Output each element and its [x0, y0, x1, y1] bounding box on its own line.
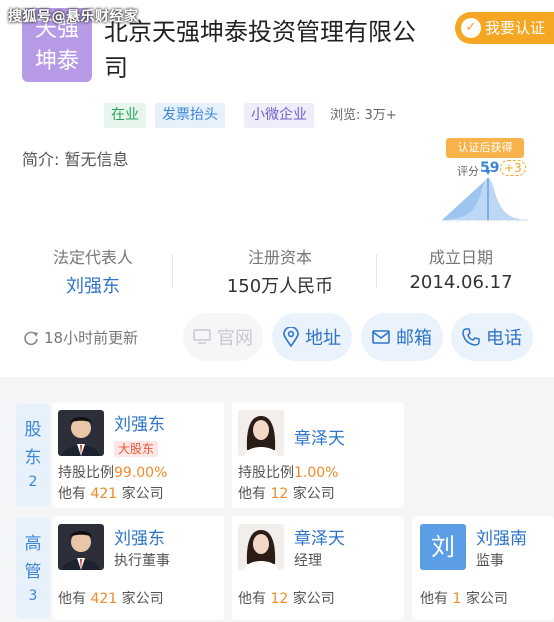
executive-role: 执行董事 — [114, 553, 170, 569]
capital-value: 150万人民币 — [226, 276, 334, 297]
executives-header[interactable]: 高 管 3 — [16, 518, 50, 618]
avatar — [58, 524, 104, 570]
phone-button[interactable]: 电话 — [451, 313, 533, 361]
executives-head-2: 管 — [24, 562, 42, 582]
stat-divider — [172, 254, 173, 288]
update-info[interactable]: 18小时前更新 — [22, 327, 138, 348]
score-value: 59 — [480, 160, 500, 176]
major-shareholder-badge: 大股东 — [114, 438, 159, 457]
shareholder-card[interactable]: 章泽天 持股比例1.00% 他有 12 家公司 — [232, 402, 404, 508]
avatar-initial: 刘 — [420, 524, 466, 570]
update-text: 18小时前更新 — [44, 329, 139, 347]
stat-divider — [376, 254, 377, 288]
other-companies: 他有 12 家公司 — [238, 486, 335, 502]
shareholders-header[interactable]: 股 东 2 — [16, 404, 50, 506]
executive-card[interactable]: 刘 刘强南 监事 他有 1 家公司 — [412, 516, 554, 620]
shareholder-name[interactable]: 刘强东 — [114, 410, 165, 435]
avatar — [238, 410, 284, 456]
executive-role: 监事 — [476, 553, 504, 569]
phone-icon — [462, 328, 480, 346]
capital-label: 注册资本 — [247, 248, 312, 267]
company-intro: 简介: 暂无信息 — [22, 150, 129, 169]
score-badge-title: 认证后获得 — [446, 138, 524, 158]
executive-card[interactable]: 章泽天 经理 他有 12 家公司 — [232, 516, 404, 620]
shareholders-head-2: 东 — [24, 448, 42, 468]
email-label: 邮箱 — [396, 328, 432, 349]
views-count: 浏览: 3万+ — [330, 108, 397, 123]
verify-button[interactable]: ✓ 我要认证 — [455, 12, 554, 44]
avatar — [58, 410, 104, 456]
shareholder-name[interactable]: 章泽天 — [294, 424, 345, 449]
refresh-icon — [24, 331, 38, 345]
check-badge-icon: ✓ — [461, 18, 481, 38]
legal-rep-value[interactable]: 刘强东 — [30, 272, 156, 298]
address-button[interactable]: 地址 — [272, 313, 352, 361]
executive-role: 经理 — [294, 553, 322, 569]
shareholder-card[interactable]: 刘强东 大股东 持股比例99.00% 他有 421 家公司 — [52, 402, 224, 508]
email-button[interactable]: 邮箱 — [361, 313, 443, 361]
logo-line-2: 坤泰 — [34, 49, 79, 74]
shareholding-ratio: 持股比例99.00% — [58, 465, 168, 481]
status-tag: 在业 — [104, 103, 146, 128]
address-label: 地址 — [305, 328, 341, 349]
invoice-tag[interactable]: 发票抬头 — [155, 103, 225, 128]
executive-name[interactable]: 刘强东 — [114, 524, 165, 549]
score-plus: +3 — [500, 160, 526, 176]
location-pin-icon — [283, 327, 299, 347]
founded-label: 成立日期 — [428, 248, 493, 267]
shareholding-ratio: 持股比例1.00% — [238, 465, 339, 481]
executive-name[interactable]: 刘强南 — [476, 524, 527, 549]
size-tag: 小微企业 — [244, 103, 314, 128]
phone-label: 电话 — [486, 328, 522, 349]
founded-value: 2014.06.17 — [409, 272, 513, 293]
score-label: 评分 — [457, 165, 479, 178]
monitor-icon — [193, 329, 211, 344]
other-companies: 他有 1 家公司 — [420, 591, 508, 607]
mail-icon — [372, 330, 390, 344]
shareholders-head-3: 2 — [28, 474, 38, 490]
website-label: 官网 — [217, 328, 253, 349]
company-name: 北京天强坤泰投资管理有限公司 — [104, 18, 416, 82]
website-button[interactable]: 官网 — [183, 313, 263, 361]
verify-label: 我要认证 — [485, 19, 546, 37]
other-companies: 他有 12 家公司 — [238, 591, 335, 607]
executives-head-1: 高 — [24, 534, 42, 554]
avatar — [238, 524, 284, 570]
shareholders-head-1: 股 — [24, 420, 42, 440]
executive-name[interactable]: 章泽天 — [294, 524, 345, 549]
other-companies: 他有 421 家公司 — [58, 486, 164, 502]
executive-card[interactable]: 刘强东 执行董事 他有 421 家公司 — [52, 516, 224, 620]
executives-head-3: 3 — [28, 588, 38, 604]
other-companies: 他有 421 家公司 — [58, 591, 164, 607]
watermark: 搜狐号@悬乐财经家 — [8, 9, 139, 25]
legal-rep-label: 法定代表人 — [52, 248, 133, 267]
